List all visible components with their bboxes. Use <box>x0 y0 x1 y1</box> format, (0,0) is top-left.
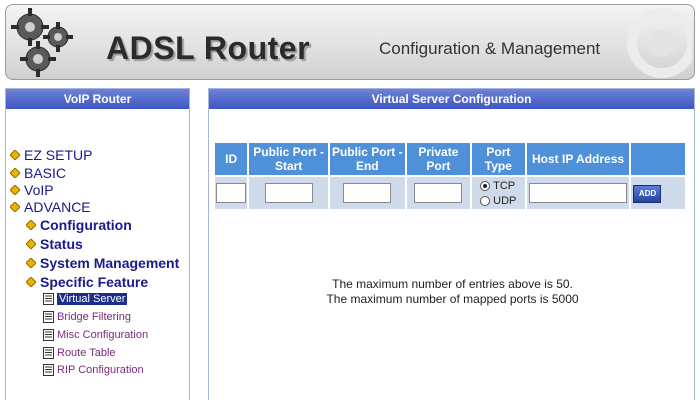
column-header-port-type: Port Type <box>472 143 525 175</box>
document-icon <box>43 347 54 359</box>
host-ip-cell <box>526 177 630 209</box>
id-input[interactable] <box>216 183 247 203</box>
document-icon <box>43 293 54 305</box>
nav-label: Route Table <box>57 347 116 359</box>
tcp-label: TCP <box>493 179 516 192</box>
gears-logo-icon <box>11 8 73 77</box>
add-cell: ADD <box>631 177 685 209</box>
table-row: TCP UDP ADD <box>215 177 685 209</box>
nav-label: Status <box>40 236 83 252</box>
id-cell <box>215 177 248 209</box>
nav-label: Misc Configuration <box>57 329 149 341</box>
udp-radio[interactable] <box>480 195 491 206</box>
sidebar: VoIP Router EZ SETUP BASIC VoIP ADVANCE … <box>5 88 190 400</box>
nav-item-ez-setup[interactable]: EZ SETUP <box>10 147 92 163</box>
nav-item-basic[interactable]: BASIC <box>10 165 66 181</box>
column-header-host-ip: Host IP Address <box>526 143 630 175</box>
virtual-server-table: ID Public Port - Start Public Port - End… <box>213 141 687 211</box>
diamond-bullet-icon <box>10 150 20 160</box>
table-header-row: ID Public Port - Start Public Port - End… <box>215 143 685 175</box>
nav-label: Configuration <box>40 217 132 233</box>
document-icon <box>43 311 54 323</box>
note-max-ports: The maximum number of mapped ports is 50… <box>326 292 579 306</box>
column-header-action <box>631 143 685 175</box>
diamond-bullet-icon <box>10 185 20 195</box>
nav-label: VoIP <box>24 182 54 198</box>
host-ip-input[interactable] <box>529 183 628 203</box>
column-header-public-port-start: Public Port - Start <box>249 143 328 175</box>
nav-item-route-table[interactable]: Route Table <box>43 347 116 359</box>
public-port-start-input[interactable] <box>264 183 313 203</box>
nav-item-rip-configuration[interactable]: RIP Configuration <box>43 364 144 376</box>
nav-item-bridge-filtering[interactable]: Bridge Filtering <box>43 311 131 323</box>
nav-label: EZ SETUP <box>24 147 93 163</box>
private-port-input[interactable] <box>414 183 463 203</box>
decorative-gear-icon <box>627 8 692 78</box>
public-port-start-cell <box>249 177 328 209</box>
private-port-cell <box>406 177 471 209</box>
nav-label: Bridge Filtering <box>57 311 131 323</box>
nav-item-specific-feature[interactable]: Specific Feature <box>26 274 148 290</box>
note-max-entries: The maximum number of entries above is 5… <box>332 277 573 291</box>
diamond-bullet-icon <box>10 202 20 212</box>
nav-item-misc-configuration[interactable]: Misc Configuration <box>43 329 148 341</box>
public-port-end-input[interactable] <box>343 183 392 203</box>
diamond-bullet-icon <box>26 258 36 268</box>
nav-label: RIP Configuration <box>57 364 144 376</box>
nav-item-virtual-server[interactable]: Virtual Server <box>43 293 128 305</box>
document-icon <box>43 329 54 341</box>
udp-radio-option[interactable]: UDP <box>472 193 524 208</box>
nav-item-advance[interactable]: ADVANCE <box>10 199 91 215</box>
port-type-cell: TCP UDP <box>472 177 525 209</box>
diamond-bullet-icon <box>10 168 20 178</box>
tcp-radio-option[interactable]: TCP <box>472 178 524 193</box>
page-title: Virtual Server Configuration <box>209 89 694 109</box>
nav-item-voip[interactable]: VoIP <box>10 182 54 198</box>
public-port-end-cell <box>329 177 405 209</box>
brand-title: ADSL Router <box>106 30 311 66</box>
diamond-bullet-icon <box>26 220 36 230</box>
diamond-bullet-icon <box>26 239 36 249</box>
nav-item-status[interactable]: Status <box>26 236 83 252</box>
add-button[interactable]: ADD <box>633 185 662 203</box>
document-icon <box>43 364 54 376</box>
header-tagline: Configuration & Management <box>379 39 601 58</box>
main-panel: Virtual Server Configuration ID Public P… <box>208 88 695 400</box>
column-header-private-port: Private Port <box>406 143 471 175</box>
diamond-bullet-icon <box>26 277 36 287</box>
nav-item-system-management[interactable]: System Management <box>26 255 179 271</box>
nav-item-configuration[interactable]: Configuration <box>26 217 132 233</box>
sidebar-title: VoIP Router <box>6 89 189 109</box>
column-header-public-port-end: Public Port - End <box>329 143 405 175</box>
nav-label: Specific Feature <box>40 274 149 290</box>
page-header: ADSL Router Configuration & Management <box>5 4 695 80</box>
column-header-id: ID <box>215 143 248 175</box>
nav-label: ADVANCE <box>24 199 91 215</box>
tcp-radio[interactable] <box>480 180 491 191</box>
udp-label: UDP <box>493 194 517 207</box>
nav-label-selected: Virtual Server <box>57 293 128 305</box>
nav-label: System Management <box>40 255 180 271</box>
nav-label: BASIC <box>24 165 67 181</box>
